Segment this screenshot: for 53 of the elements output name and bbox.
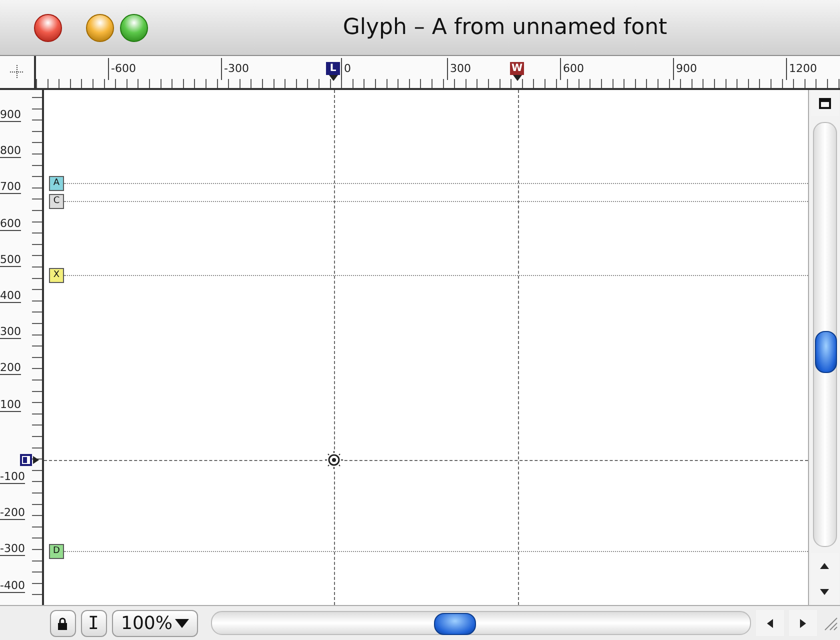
ruler-label: 600: [0, 217, 21, 231]
ruler-label: -600: [108, 58, 136, 80]
scroll-left-button[interactable]: [756, 610, 784, 636]
glyph-canvas[interactable]: A C X D: [44, 90, 808, 605]
crosshair-icon: [10, 65, 24, 79]
ruler-label: 300: [447, 58, 471, 80]
horizontal-scrollbar[interactable]: [211, 611, 751, 635]
ruler-label: 300: [0, 325, 21, 339]
text-tool-button[interactable]: I: [81, 610, 107, 636]
ruler-label: -200: [0, 506, 25, 520]
ruler-label: -300: [0, 542, 25, 556]
ruler-label: 500: [0, 253, 21, 267]
pointer-icon: [512, 75, 522, 81]
vertical-scrollbar[interactable]: [812, 122, 836, 547]
baseline-marker-icon[interactable]: [20, 454, 40, 466]
guide-tag[interactable]: D: [49, 544, 64, 559]
ruler-label: 800: [0, 144, 21, 158]
ruler-label: -400: [0, 579, 25, 593]
window-title: Glyph – A from unnamed font: [342, 15, 668, 40]
guide-tag[interactable]: X: [49, 268, 64, 283]
ruler-label: 200: [0, 361, 21, 375]
minimize-button[interactable]: [86, 14, 114, 42]
left-arrow-icon: [767, 618, 773, 628]
ruler-label: -300: [221, 58, 249, 80]
ruler-label: 0: [341, 58, 351, 80]
up-arrow-icon: [820, 563, 829, 569]
lock-button[interactable]: [50, 610, 76, 636]
pointer-icon: [328, 75, 338, 81]
guide-tag[interactable]: A: [49, 176, 64, 191]
guide-marker[interactable]: W: [510, 62, 524, 75]
window-icon: [818, 98, 830, 108]
ruler-label: 900: [0, 108, 21, 122]
scroll-right-button[interactable]: [789, 610, 817, 636]
guide-tag[interactable]: C: [49, 194, 64, 209]
ruler-label: 700: [0, 180, 21, 194]
ruler-label: -100: [0, 470, 25, 484]
close-button[interactable]: [34, 14, 62, 42]
scroll-thumb[interactable]: [434, 613, 476, 635]
resize-grip-icon[interactable]: [822, 615, 838, 631]
ruler-corner[interactable]: [0, 56, 36, 88]
ruler-label: 900: [673, 58, 697, 80]
ruler-label: 600: [560, 58, 584, 80]
zoom-button[interactable]: [120, 14, 148, 42]
lock-icon: [57, 616, 68, 630]
guide-marker[interactable]: L: [326, 62, 340, 75]
ruler-label: 100: [0, 398, 21, 412]
right-arrow-icon: [800, 618, 806, 628]
ruler-label: 1200: [786, 58, 817, 80]
ruler-label: 400: [0, 289, 21, 303]
down-arrow-icon: [820, 589, 829, 595]
zoom-dropdown[interactable]: 100%: [112, 610, 198, 636]
caret-icon: [175, 618, 190, 628]
scroll-thumb[interactable]: [814, 331, 836, 373]
